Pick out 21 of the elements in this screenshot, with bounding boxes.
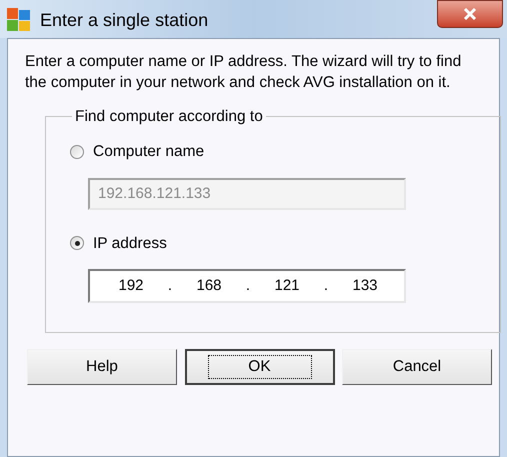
close-icon <box>463 8 477 20</box>
ip-address-field[interactable]: 192 . 168 . 121 . 133 <box>88 268 406 303</box>
radio-button[interactable] <box>70 236 84 250</box>
ip-separator: . <box>166 276 174 296</box>
ip-octet: 133 <box>351 276 379 296</box>
app-logo-icon <box>6 7 32 33</box>
radio-label: Computer name <box>93 142 204 162</box>
description-text: Enter a computer name or IP address. The wizard will try to find the computer in your network and check AVG installation on it. <box>25 52 462 93</box>
group-label: Find computer according to <box>74 107 264 127</box>
ip-octet: 168 <box>195 276 223 296</box>
ip-octet: 121 <box>273 276 301 296</box>
close-button[interactable] <box>437 0 503 28</box>
dialog-button[interactable]: OK <box>184 349 334 385</box>
window-title: Enter a single station <box>40 9 208 32</box>
radio-button[interactable] <box>70 144 84 159</box>
ip-separator: . <box>322 276 330 296</box>
ip-octet: 192 <box>117 276 145 296</box>
dialog-button[interactable]: Cancel <box>342 349 492 385</box>
radio-label: IP address <box>93 234 167 254</box>
dialog-button[interactable]: Help <box>27 349 177 385</box>
ip-separator: . <box>244 276 252 296</box>
